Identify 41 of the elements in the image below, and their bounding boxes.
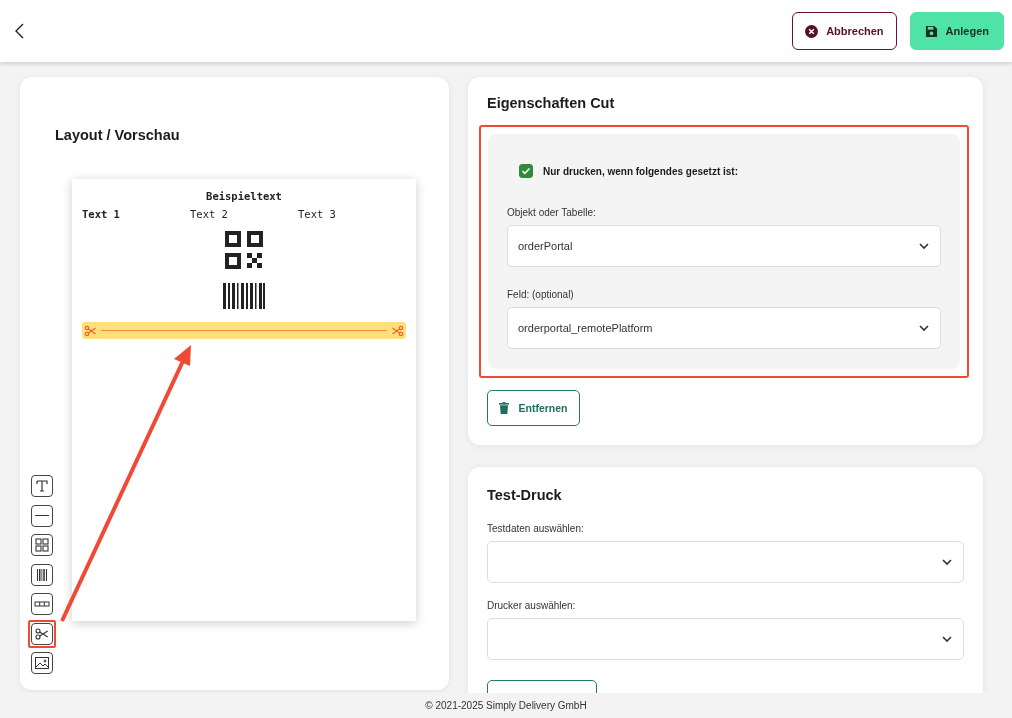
- chevron-down-icon: [941, 633, 953, 645]
- field-label: Feld: (optional): [507, 289, 575, 300]
- preview-heading: Beispieltext: [206, 190, 282, 202]
- dropdown[interactable]: orderportal_remotePlatform: [507, 307, 941, 349]
- barcode-icon: [34, 566, 50, 583]
- preview-text: Text 2: [190, 208, 228, 220]
- chevron-down-icon: [941, 556, 953, 568]
- line-icon: [35, 514, 49, 517]
- qr-code-icon: [34, 537, 50, 553]
- line-tool[interactable]: [31, 504, 53, 527]
- text-tool[interactable]: [31, 475, 53, 497]
- copyright-text: © 2021-2025 Simply Delivery GmbH: [424, 699, 588, 713]
- checkbox-label: Nur drucken, wenn folgendes gesetzt ist:: [543, 165, 739, 177]
- preview-text: Text 3: [298, 208, 336, 220]
- checkbox[interactable]: [519, 164, 533, 178]
- remove-button[interactable]: Entfernen: [487, 390, 580, 426]
- columns-tool[interactable]: [31, 593, 53, 615]
- back-icon[interactable]: [14, 23, 26, 39]
- scissors-icon: [84, 324, 96, 337]
- barcode-tool[interactable]: [31, 563, 53, 586]
- checkmark-icon: [521, 166, 531, 176]
- preview-text: Text 1: [82, 208, 120, 220]
- dropdown[interactable]: orderPortal: [507, 225, 941, 267]
- close-icon: [805, 24, 819, 38]
- scissors-icon: [34, 625, 50, 642]
- field-label: Drucker auswählen:: [487, 600, 577, 611]
- qr-code-tool[interactable]: [31, 534, 53, 556]
- trash-icon: [499, 402, 510, 414]
- scissors-icon: [392, 324, 404, 337]
- text-icon: [34, 478, 50, 494]
- field-label: Objekt oder Tabelle:: [507, 207, 597, 218]
- cancel-button[interactable]: Abbrechen: [792, 12, 897, 50]
- image-tool[interactable]: [31, 652, 53, 674]
- panel-title: Layout / Vorschau: [55, 127, 181, 143]
- field-label: Testdaten auswählen:: [487, 523, 585, 534]
- chevron-down-icon: [918, 322, 930, 334]
- panel-title: Eigenschaften Cut: [487, 95, 616, 111]
- panel-title: Test-Druck: [487, 487, 563, 503]
- chevron-down-icon: [918, 240, 930, 252]
- save-button[interactable]: Anlegen: [909, 12, 1004, 50]
- image-icon: [34, 655, 50, 671]
